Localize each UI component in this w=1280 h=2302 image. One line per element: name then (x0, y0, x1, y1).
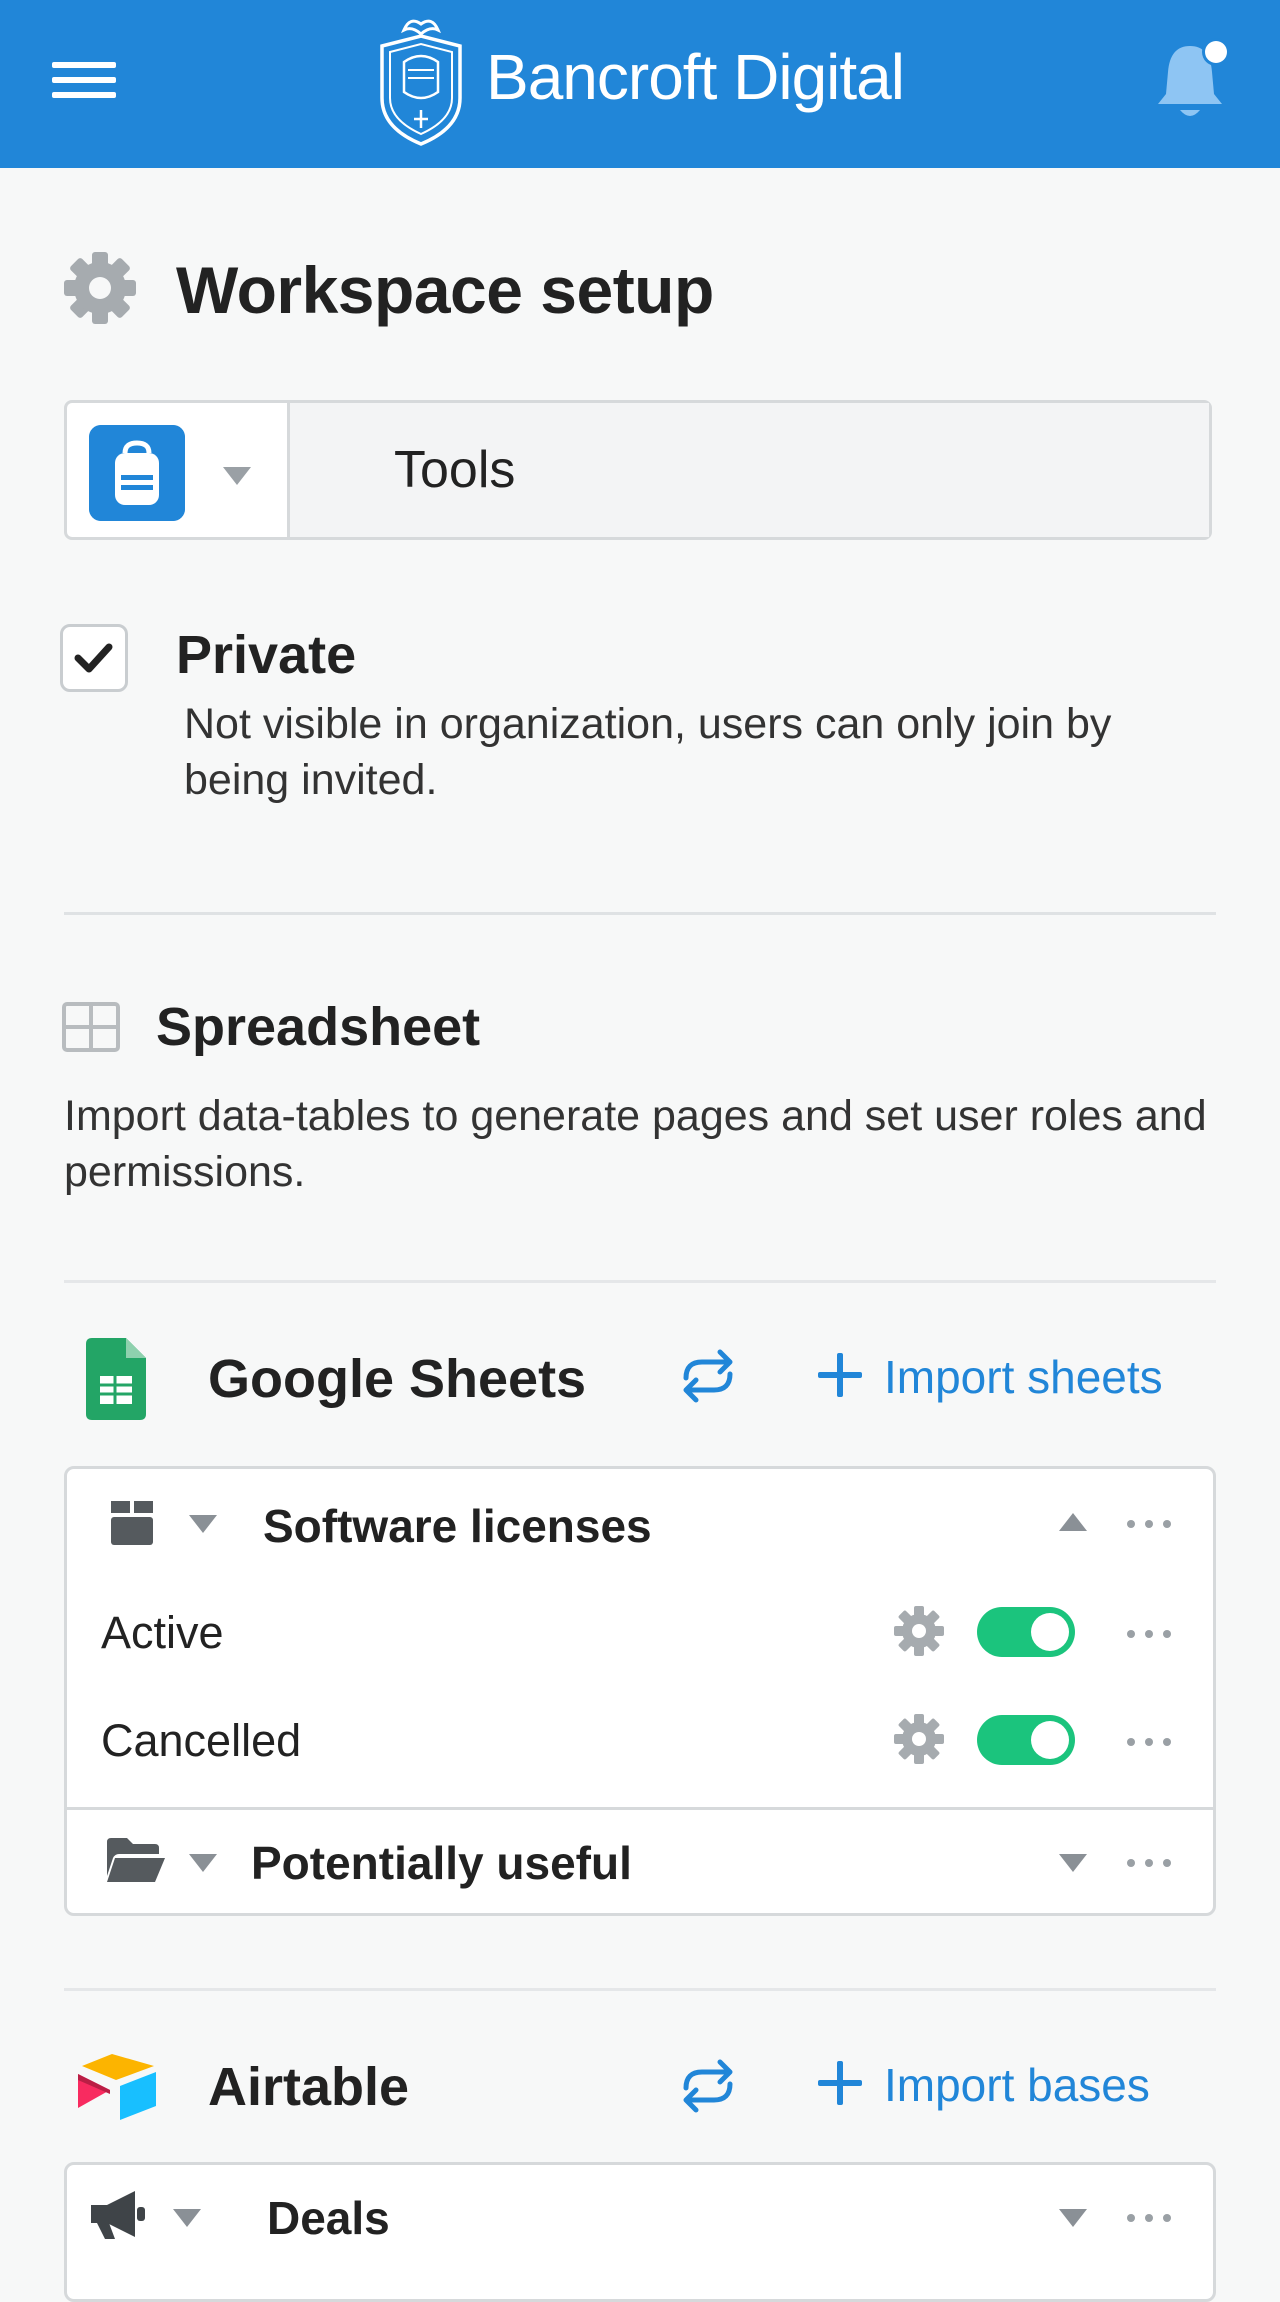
workspace-icon-picker[interactable] (67, 403, 290, 537)
google-sheets-panel: Software licenses Active Cancelled Poten… (64, 1466, 1216, 1916)
group-title: Software licenses (263, 1500, 652, 1552)
notification-bell-icon[interactable] (1150, 36, 1230, 126)
airtable-panel: Deals (64, 2162, 1216, 2302)
import-sheets-label: Import sheets (884, 1351, 1163, 1403)
airtable-logo (78, 2054, 156, 2120)
backpack-icon (89, 425, 185, 521)
google-sheets-logo (86, 1338, 146, 1420)
item-label: Cancelled (101, 1715, 302, 1766)
plus-icon (818, 1353, 862, 1397)
chevron-down-icon[interactable] (189, 1515, 217, 1533)
chevron-down-icon (223, 467, 251, 485)
group-header-deals[interactable]: Deals (67, 2165, 1213, 2269)
divider (64, 912, 1216, 915)
import-bases-label: Import bases (884, 2059, 1150, 2111)
chevron-down-icon[interactable] (189, 1854, 217, 1872)
private-label: Private (176, 625, 357, 685)
plus-icon (818, 2061, 862, 2105)
group-title: Potentially useful (251, 1837, 632, 1889)
brand-logo (380, 19, 462, 146)
box-icon (111, 1501, 153, 1545)
source-name-airtable: Airtable (208, 2057, 410, 2117)
more-options-icon[interactable] (1127, 1856, 1171, 1868)
section-description: Import data-tables to generate pages and… (64, 1092, 1207, 1196)
settings-gear-icon (64, 252, 136, 324)
table-grid-icon (62, 1002, 120, 1052)
toggle-active[interactable] (977, 1607, 1075, 1657)
group-header-potentially-useful[interactable]: Potentially useful (67, 1810, 1213, 1914)
more-options-icon[interactable] (1127, 1517, 1171, 1529)
group-header-software-licenses[interactable]: Software licenses (67, 1469, 1213, 1579)
list-item: Active (67, 1577, 1213, 1685)
chevron-down-icon[interactable] (173, 2209, 201, 2227)
megaphone-icon (91, 2191, 145, 2239)
menu-icon[interactable] (52, 62, 116, 98)
chevron-up-icon[interactable] (1059, 1513, 1087, 1531)
chevron-down-icon[interactable] (1059, 2209, 1087, 2227)
private-description: Not visible in organization, users can o… (184, 700, 1112, 804)
workspace-name-field (64, 400, 1212, 540)
folder-open-icon (107, 1838, 165, 1882)
chevron-down-icon[interactable] (1059, 1854, 1087, 1872)
gear-icon[interactable] (893, 1713, 945, 1765)
source-name-google-sheets: Google Sheets (208, 1349, 587, 1409)
sync-icon[interactable] (678, 1348, 738, 1404)
item-label: Active (101, 1607, 224, 1658)
sync-icon[interactable] (678, 2058, 738, 2114)
page-title: Workspace setup (176, 253, 714, 327)
import-bases-button[interactable]: Import bases (818, 2058, 1150, 2118)
import-sheets-button[interactable]: Import sheets (818, 1350, 1163, 1410)
more-options-icon[interactable] (1127, 1735, 1171, 1747)
group-title: Deals (267, 2192, 390, 2244)
gear-icon[interactable] (893, 1605, 945, 1657)
top-bar: Bancroft Digital (0, 0, 1280, 168)
more-options-icon[interactable] (1127, 1627, 1171, 1639)
list-item: Cancelled (67, 1685, 1213, 1793)
more-options-icon[interactable] (1127, 2211, 1171, 2223)
checkmark-icon (74, 643, 113, 673)
workspace-name-input[interactable] (290, 403, 1209, 537)
section-title-spreadsheet: Spreadsheet (156, 997, 481, 1057)
divider (64, 1280, 1216, 1283)
unread-dot (1205, 41, 1227, 63)
brand-name: Bancroft Digital (486, 41, 905, 113)
toggle-cancelled[interactable] (977, 1715, 1075, 1765)
divider (64, 1988, 1216, 1991)
private-checkbox[interactable] (60, 624, 128, 692)
